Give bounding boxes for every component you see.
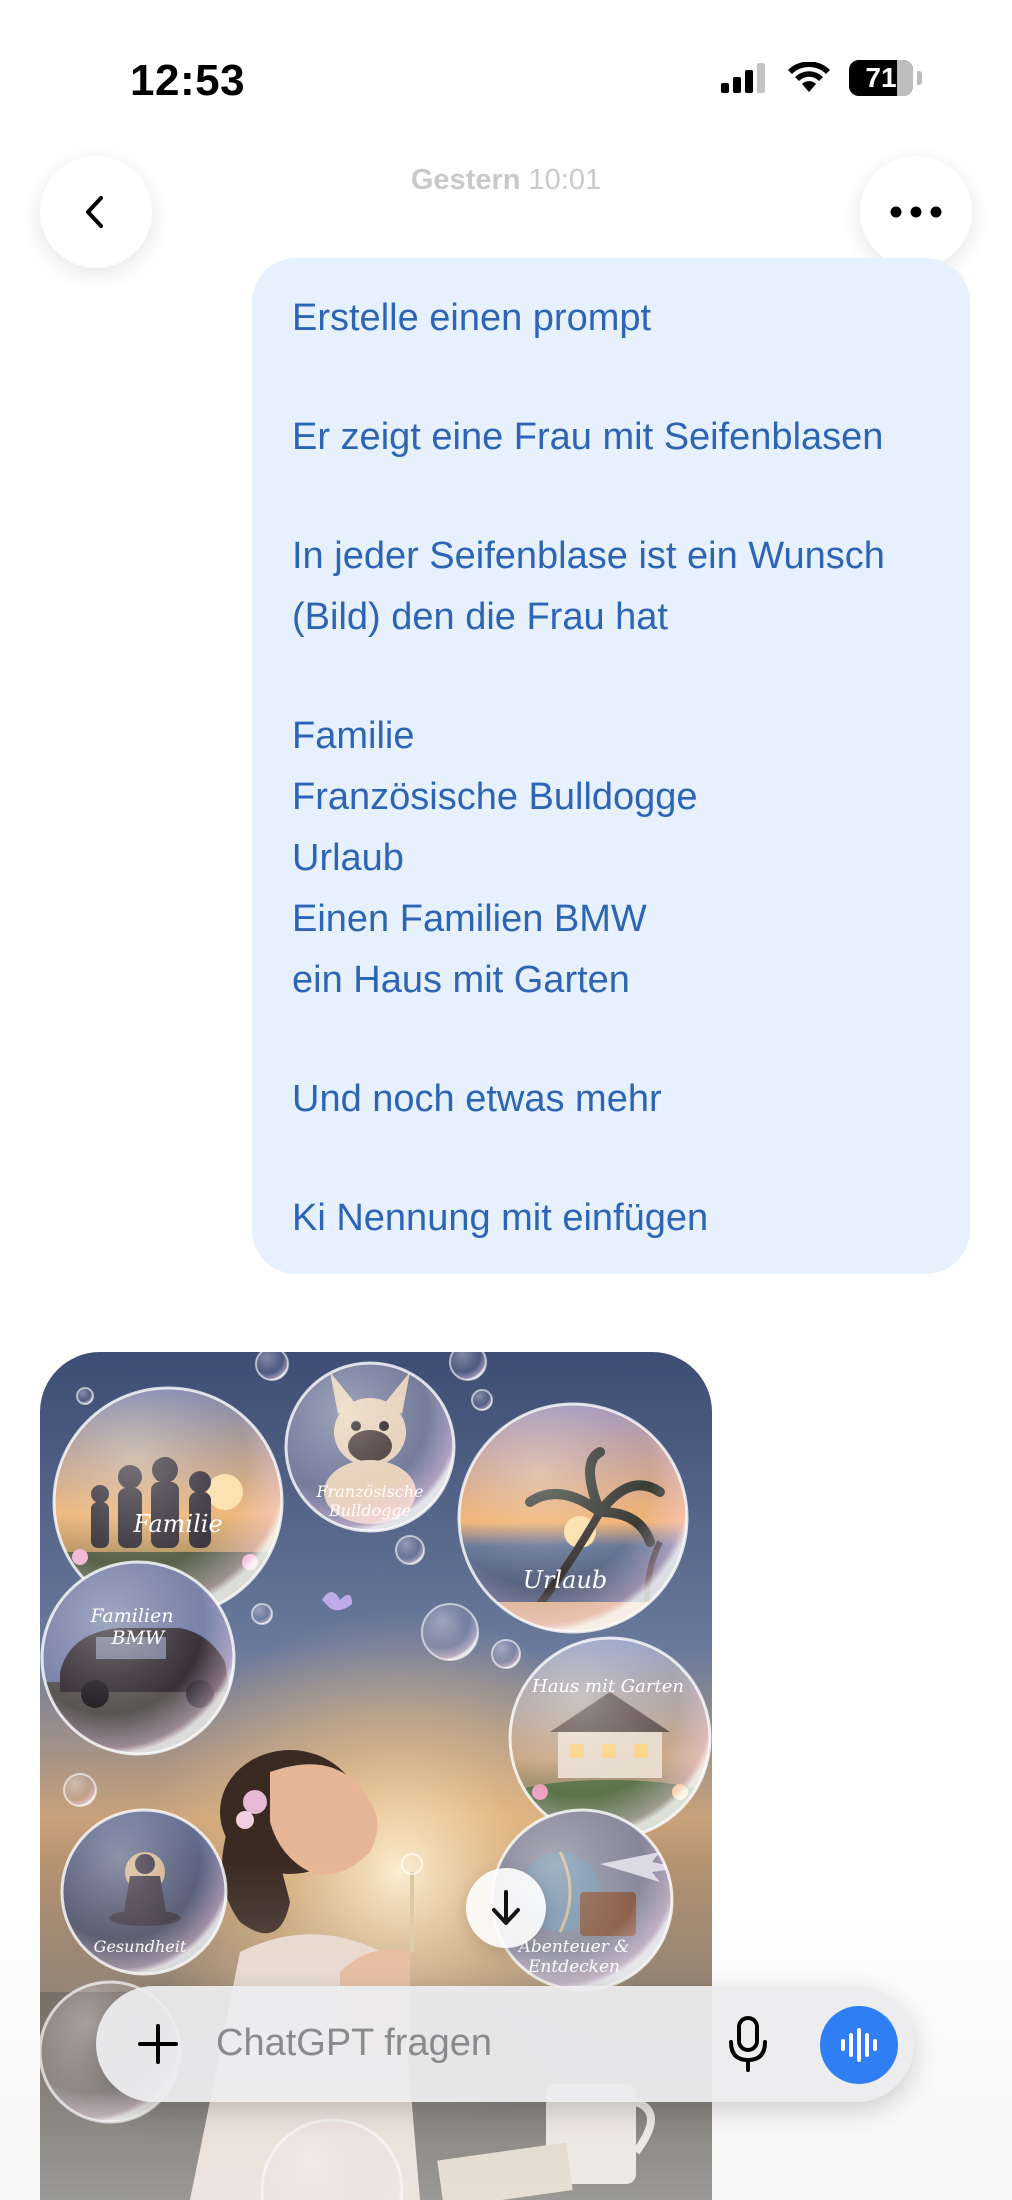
user-message-bubble[interactable]: Erstelle einen prompt Er zeigt eine Frau … (252, 258, 970, 1274)
message-line: Französische Bulldogge (292, 776, 698, 818)
waveform-icon (841, 2028, 877, 2062)
bubble-label-abenteuer-2: Entdecken (527, 1957, 620, 1977)
message-line: Er zeigt eine Frau mit Seifenblasen (292, 416, 884, 458)
wifi-icon (788, 62, 830, 92)
microphone-icon (729, 2016, 767, 2072)
more-options-button[interactable] (860, 156, 972, 268)
bubble-label-bmw-1: Familien (90, 1605, 174, 1627)
message-composer: ChatGPT fragen (96, 1986, 914, 2102)
bubble-label-bulldogge-1: Französische (316, 1482, 424, 1501)
message-line: Ki Nennung mit einfügen (292, 1197, 709, 1239)
add-attachment-button[interactable] (130, 2016, 186, 2072)
message-line: (Bild) den die Frau hat (292, 596, 668, 638)
status-bar: 12:53 71 (0, 0, 1012, 120)
chat-input[interactable]: ChatGPT fragen (216, 2022, 492, 2065)
cellular-signal-icon (721, 63, 765, 93)
message-line: Familie (292, 715, 415, 757)
bubble-label-gesundheit: Gesundheit (94, 1937, 187, 1956)
voice-mode-button[interactable] (820, 2006, 898, 2084)
battery-icon: 71 (849, 60, 913, 96)
bubble-label-familie: Familie (132, 1510, 222, 1538)
status-time: 12:53 (130, 56, 246, 105)
bubble-label-urlaub: Urlaub (523, 1566, 608, 1594)
bubble-label-bmw-2: BMW (111, 1627, 166, 1649)
message-line: Und noch etwas mehr (292, 1078, 662, 1120)
message-line: ein Haus mit Garten (292, 959, 630, 1001)
bubble-label-abenteuer-1: Abenteuer & (517, 1937, 630, 1957)
status-icons: 71 (721, 60, 922, 96)
message-line: Einen Familien BMW (292, 898, 647, 940)
message-line: In jeder Seifenblase ist ein Wunsch (292, 535, 885, 577)
chevron-left-icon (86, 196, 103, 228)
battery-tip (917, 71, 922, 85)
ellipsis-icon (890, 206, 942, 218)
timestamp-day: Gestern (410, 164, 521, 196)
plus-icon (138, 2024, 178, 2064)
scroll-to-bottom-button[interactable] (466, 1868, 546, 1948)
message-line: Erstelle einen prompt (292, 297, 652, 339)
bubble-label-haus: Haus mit Garten (531, 1676, 684, 1697)
timestamp-time: 10:01 (528, 164, 602, 196)
battery-level: 71 (865, 62, 897, 93)
bubble-label-bulldogge-2: Bulldogge (328, 1501, 411, 1520)
message-timestamp: Gestern 10:01 (0, 164, 1012, 197)
message-line: Urlaub (292, 837, 404, 879)
arrow-down-icon (492, 1890, 520, 1925)
dictate-button[interactable] (720, 2012, 776, 2076)
